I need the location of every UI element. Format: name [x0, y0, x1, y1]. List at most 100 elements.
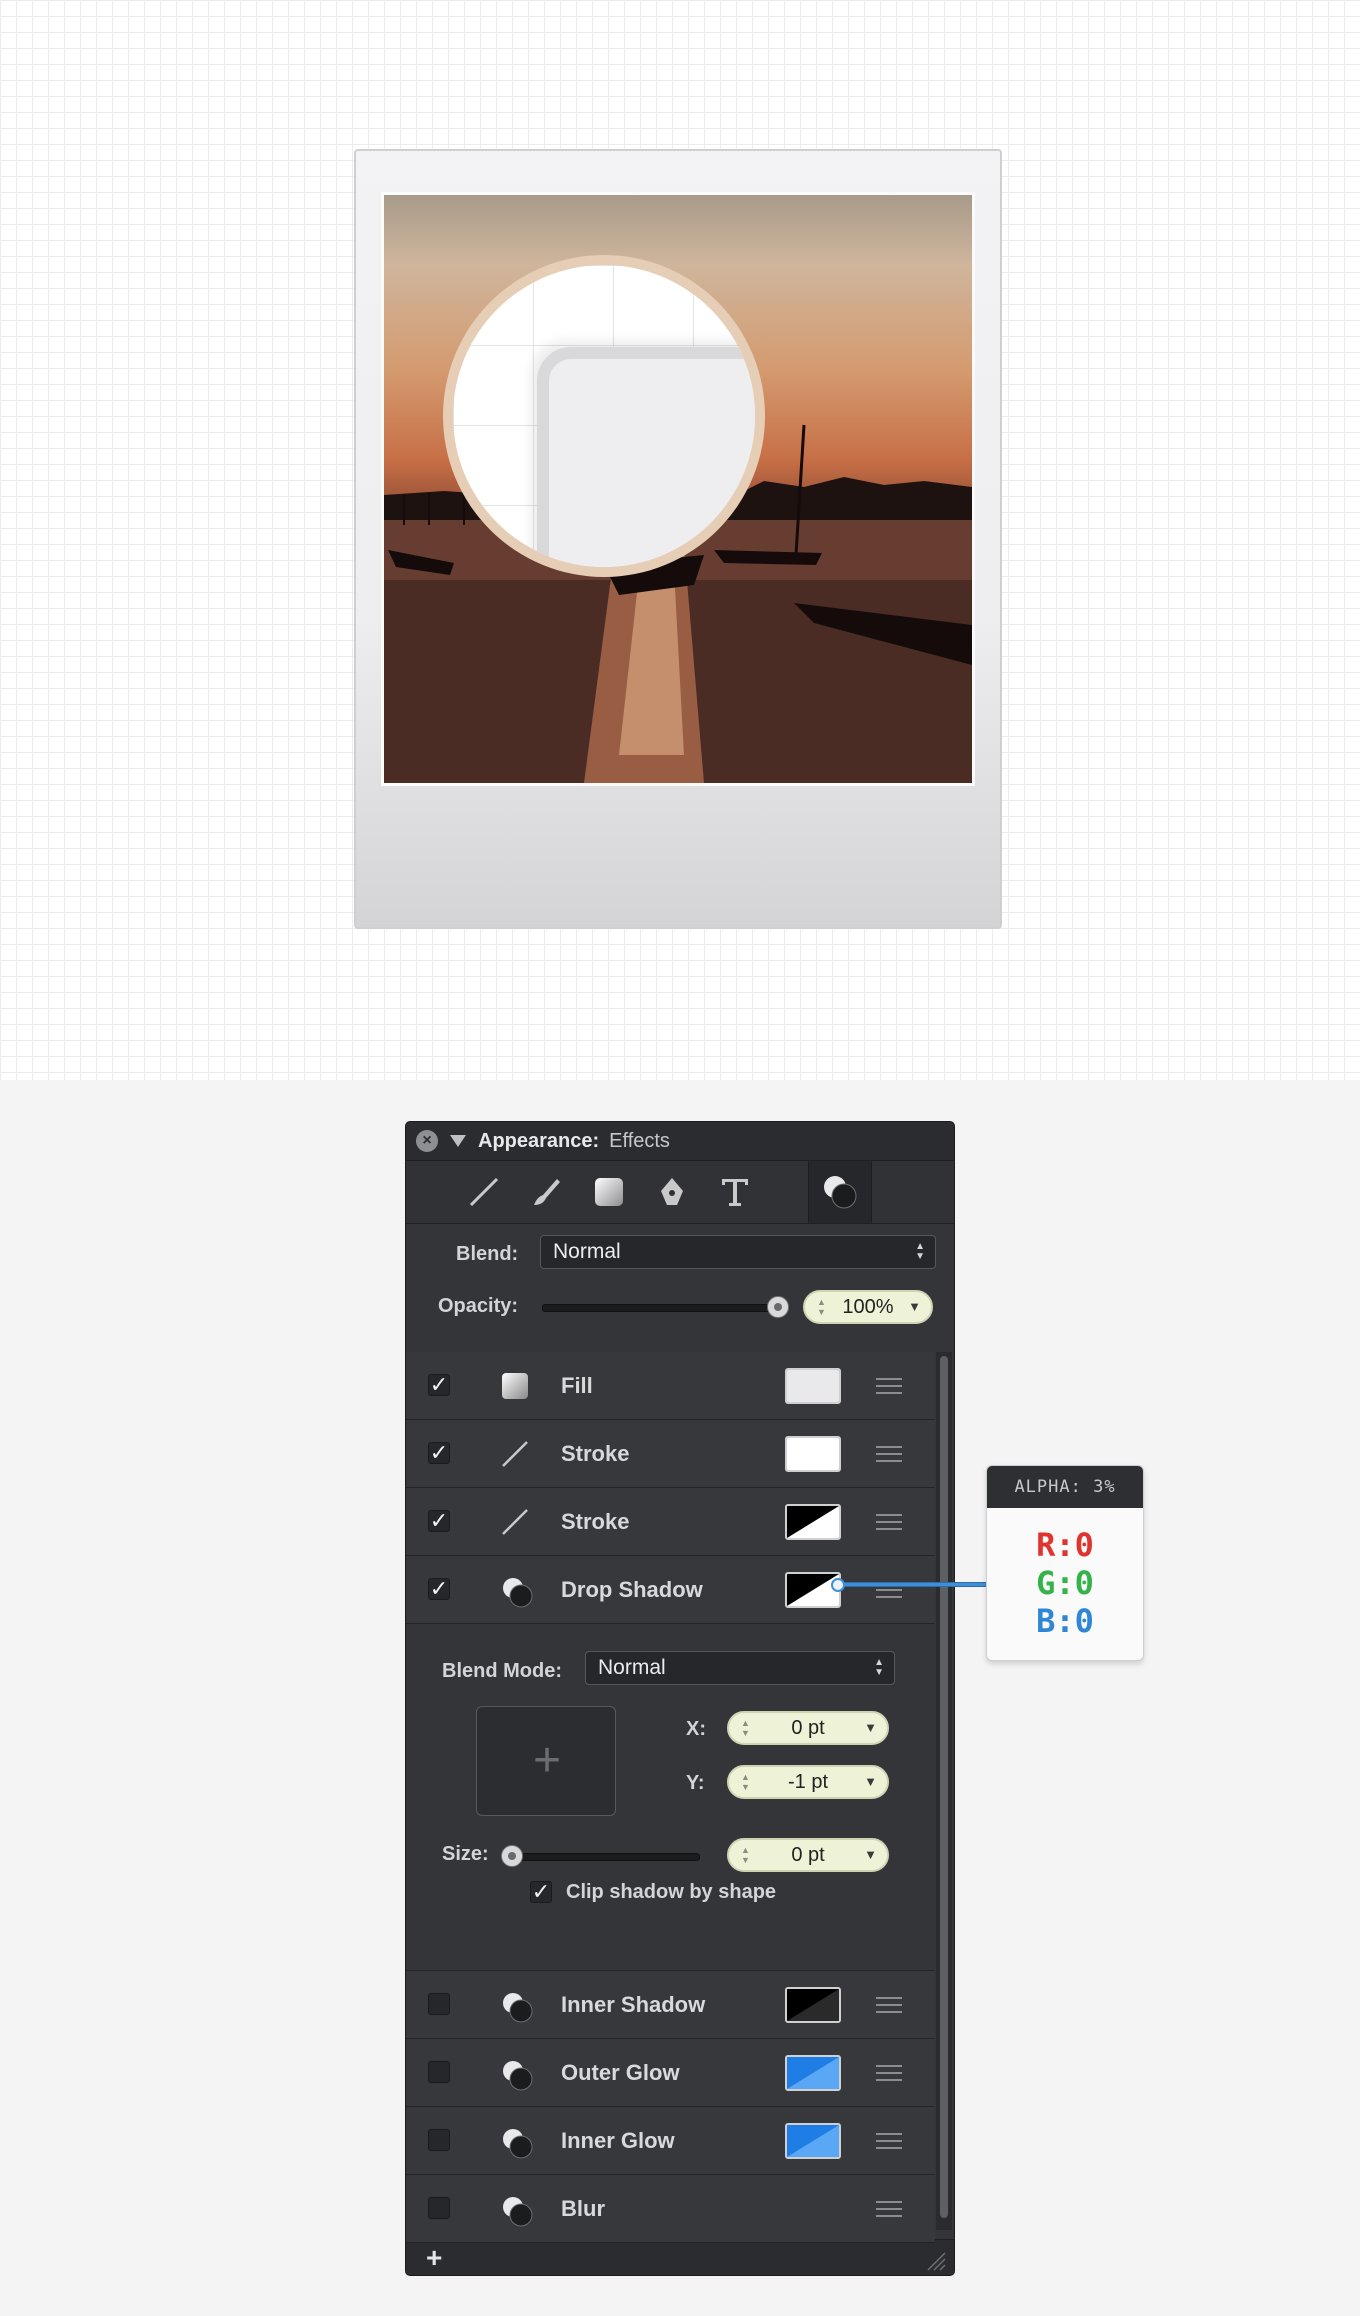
- effect-checkbox[interactable]: ✓: [428, 1510, 450, 1532]
- color-swatch[interactable]: [785, 1436, 841, 1472]
- magnifier-content: [453, 265, 755, 567]
- color-swatch[interactable]: [785, 1987, 841, 2023]
- blend-mode-value: Normal: [598, 1656, 666, 1679]
- drag-handle-icon[interactable]: [876, 1446, 902, 1467]
- blue-readout: B:0: [1036, 1602, 1094, 1640]
- stroke-icon: [500, 1439, 530, 1469]
- effect-checkbox[interactable]: [428, 2129, 450, 2151]
- green-readout: G:0: [1036, 1564, 1094, 1602]
- effects-scrollbar[interactable]: [936, 1352, 952, 2230]
- size-slider-track[interactable]: [512, 1853, 700, 1861]
- color-swatch[interactable]: [785, 2123, 841, 2159]
- magnifier-lens: [443, 255, 765, 577]
- shadow-icon: [500, 2058, 533, 2091]
- effect-checkbox[interactable]: [428, 2197, 450, 2219]
- crosshair-icon: +: [533, 1734, 562, 1787]
- effect-row-inner-glow[interactable]: Inner Glow: [406, 2107, 935, 2175]
- resize-grip-icon[interactable]: [926, 2251, 946, 2271]
- effect-row-blur[interactable]: Blur: [406, 2175, 935, 2243]
- stepper-arrows-icon[interactable]: ▲ ▼: [741, 1718, 750, 1738]
- effects-tool-icon[interactable]: [808, 1161, 872, 1223]
- blend-mode-select[interactable]: Normal ▲ ▼: [585, 1651, 895, 1685]
- drag-handle-icon[interactable]: [876, 1378, 902, 1399]
- shadow-icon: [500, 2194, 533, 2227]
- effect-checkbox[interactable]: ✓: [428, 1374, 450, 1396]
- blend-select-value: Normal: [553, 1240, 621, 1263]
- effect-row-stroke[interactable]: ✓ Stroke: [406, 1488, 935, 1556]
- stroke-icon: [500, 1507, 530, 1537]
- panel-title: Appearance:: [478, 1129, 600, 1152]
- y-offset-value: -1 pt: [787, 1771, 829, 1793]
- effect-checkbox[interactable]: ✓: [428, 1578, 450, 1600]
- select-arrows-icon: ▲ ▼: [915, 1241, 925, 1262]
- clip-shadow-checkbox[interactable]: ✓: [530, 1881, 552, 1903]
- effect-row-stroke[interactable]: ✓ Stroke: [406, 1420, 935, 1488]
- chevron-down-icon[interactable]: ▼: [864, 1840, 877, 1870]
- blend-mode-label: Blend Mode:: [442, 1660, 562, 1682]
- y-label: Y:: [686, 1772, 705, 1794]
- blend-select[interactable]: Normal ▲ ▼: [540, 1235, 936, 1269]
- callout-anchor-dot: [831, 1578, 845, 1592]
- brush-tool-icon[interactable]: [524, 1171, 568, 1213]
- drag-handle-icon[interactable]: [876, 1514, 902, 1535]
- chevron-down-icon[interactable]: ▼: [908, 1292, 921, 1322]
- x-offset-stepper[interactable]: ▲ ▼ 0 pt ▼: [727, 1711, 889, 1745]
- drag-handle-icon[interactable]: [876, 1997, 902, 2018]
- effect-checkbox[interactable]: [428, 2061, 450, 2083]
- effect-checkbox[interactable]: [428, 1993, 450, 2015]
- size-label: Size:: [442, 1843, 489, 1865]
- text-tool-icon[interactable]: [713, 1171, 757, 1213]
- effect-name: Outer Glow: [561, 2060, 680, 2085]
- size-slider-knob[interactable]: [501, 1845, 523, 1867]
- effect-name: Inner Glow: [561, 2128, 675, 2153]
- appearance-toolbar: [406, 1161, 954, 1224]
- drag-handle-icon[interactable]: [876, 2201, 902, 2222]
- fill-icon: [500, 1371, 530, 1401]
- shadow-icon: [500, 1990, 533, 2023]
- stepper-arrows-icon[interactable]: ▲ ▼: [817, 1297, 826, 1317]
- effect-row-drop-shadow[interactable]: ✓ Drop Shadow: [406, 1556, 935, 1624]
- stepper-arrows-icon[interactable]: ▲ ▼: [741, 1845, 750, 1865]
- disclosure-triangle-icon[interactable]: [450, 1135, 466, 1147]
- opacity-slider-knob[interactable]: [767, 1296, 789, 1318]
- magnified-frame-corner: [537, 347, 755, 567]
- opacity-stepper[interactable]: ▲ ▼ 100% ▼: [803, 1290, 933, 1324]
- effect-name: Stroke: [561, 1509, 630, 1534]
- stroke-tool-icon[interactable]: [462, 1171, 506, 1213]
- appearance-panel: × Appearance: Effects Blend: Normal ▲ ▼ O…: [405, 1121, 955, 2276]
- y-offset-stepper[interactable]: ▲ ▼ -1 pt ▼: [727, 1765, 889, 1799]
- pen-tool-icon[interactable]: [650, 1171, 694, 1213]
- close-icon[interactable]: ×: [416, 1130, 438, 1152]
- opacity-slider-track[interactable]: [542, 1304, 780, 1312]
- color-swatch[interactable]: [785, 1368, 841, 1404]
- effect-name: Blur: [561, 2196, 605, 2221]
- drag-handle-icon[interactable]: [876, 2065, 902, 2086]
- effect-checkbox[interactable]: ✓: [428, 1442, 450, 1464]
- stepper-arrows-icon[interactable]: ▲ ▼: [741, 1772, 750, 1792]
- effect-row-fill[interactable]: ✓ Fill: [406, 1352, 935, 1420]
- drop-shadow-settings: Blend Mode: Normal ▲ ▼ + X: ▲ ▼ 0 pt ▼ Y: …: [406, 1618, 935, 1971]
- chevron-down-icon[interactable]: ▼: [864, 1713, 877, 1743]
- chevron-down-icon[interactable]: ▼: [864, 1767, 877, 1797]
- color-swatch[interactable]: [785, 1504, 841, 1540]
- callout-connector: [838, 1582, 988, 1587]
- fill-tool-icon[interactable]: [587, 1171, 631, 1213]
- blend-label: Blend:: [456, 1243, 519, 1265]
- color-swatch[interactable]: [785, 2055, 841, 2091]
- panel-subtitle: Effects: [609, 1129, 670, 1152]
- red-readout: R:0: [1036, 1526, 1094, 1564]
- opacity-value: 100%: [842, 1296, 894, 1318]
- select-arrows-icon: ▲ ▼: [874, 1657, 884, 1678]
- effect-row-outer-glow[interactable]: Outer Glow: [406, 2039, 935, 2107]
- opacity-label: Opacity:: [438, 1295, 519, 1317]
- effect-row-inner-shadow[interactable]: Inner Shadow: [406, 1971, 935, 2039]
- alpha-readout: ALPHA: 3%: [987, 1466, 1143, 1508]
- shadow-icon: [500, 1575, 533, 1608]
- drag-handle-icon[interactable]: [876, 2133, 902, 2154]
- size-value: 0 pt: [791, 1844, 825, 1866]
- shadow-offset-preview[interactable]: +: [476, 1706, 616, 1816]
- add-effect-button[interactable]: +: [426, 2242, 442, 2274]
- scrollbar-thumb[interactable]: [940, 1356, 948, 2218]
- x-label: X:: [686, 1718, 706, 1740]
- size-stepper[interactable]: ▲ ▼ 0 pt ▼: [727, 1838, 889, 1872]
